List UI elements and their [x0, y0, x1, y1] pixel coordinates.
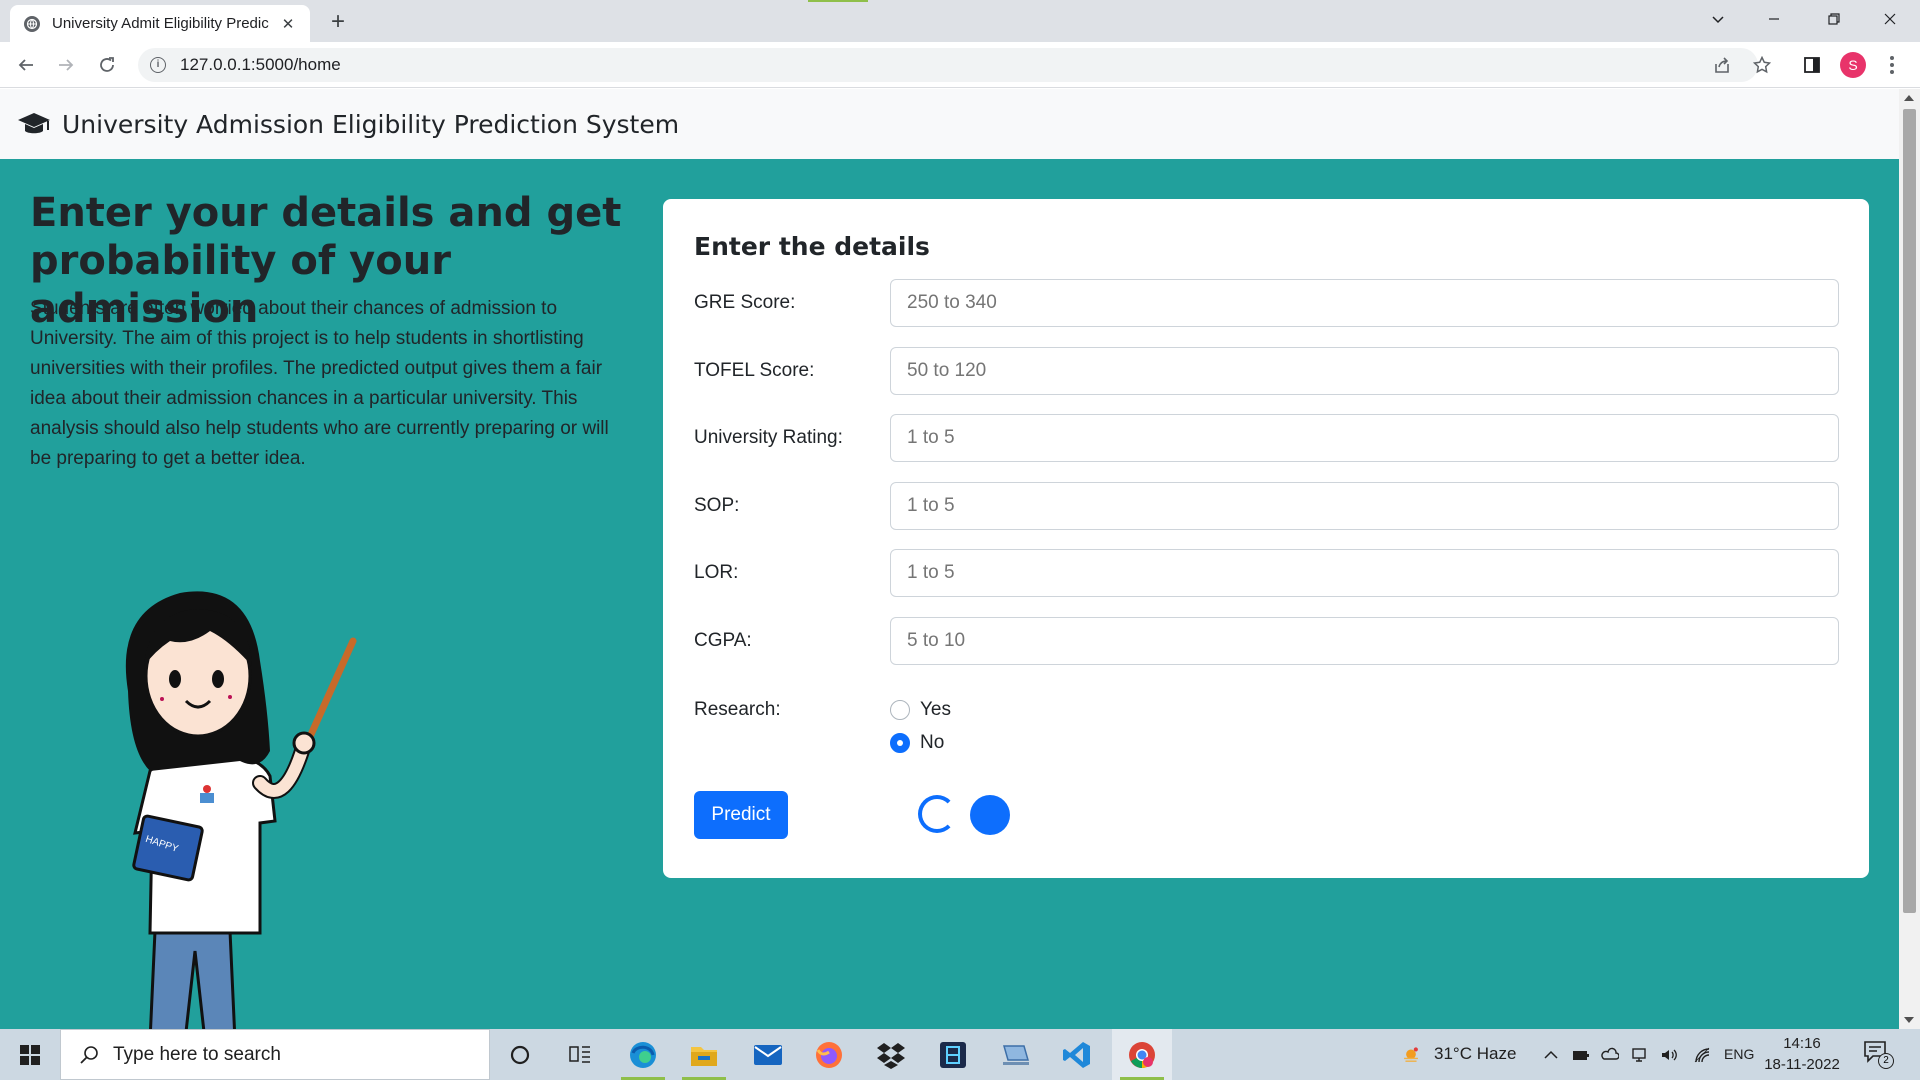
onedrive-icon[interactable]: [1599, 1029, 1621, 1080]
page-viewport: University Admission Eligibility Predict…: [0, 89, 1899, 1029]
wifi-icon[interactable]: [1690, 1029, 1714, 1080]
new-tab-button[interactable]: +: [322, 8, 354, 36]
battery-icon[interactable]: [1570, 1029, 1592, 1080]
chrome-icon[interactable]: [1112, 1029, 1172, 1080]
clock-time: 14:16: [1783, 1035, 1821, 1052]
dropbox-icon[interactable]: [863, 1029, 919, 1080]
back-arrow-icon[interactable]: [10, 49, 42, 81]
rating-row: University Rating:: [694, 414, 1839, 462]
form-title: Enter the details: [694, 232, 930, 261]
research-yes-option[interactable]: Yes: [890, 699, 951, 721]
bookmark-star-icon[interactable]: [1746, 49, 1778, 81]
task-view-icon[interactable]: [552, 1029, 608, 1080]
site-navbar: University Admission Eligibility Predict…: [0, 89, 1899, 159]
notification-badge: 2: [1878, 1053, 1894, 1069]
mail-icon[interactable]: [740, 1029, 796, 1080]
research-label: Research:: [694, 699, 781, 720]
edge-browser-icon[interactable]: [615, 1029, 671, 1080]
globe-icon: [24, 15, 40, 32]
gre-label: GRE Score:: [694, 292, 796, 313]
cgpa-input[interactable]: [890, 617, 1839, 665]
rating-label: University Rating:: [694, 427, 843, 448]
tab-search-icon[interactable]: [1690, 0, 1746, 38]
browser-tabstrip: University Admit Eligibility Predic ✕ +: [0, 0, 1920, 42]
display-icon[interactable]: [1628, 1029, 1650, 1080]
gre-score-input[interactable]: [890, 279, 1839, 327]
system-clock[interactable]: 14:16 18-11-2022: [1760, 1033, 1844, 1075]
side-panel-icon[interactable]: [1796, 49, 1828, 81]
cgpa-row: CGPA:: [694, 617, 1839, 665]
forward-arrow-icon[interactable]: [50, 49, 82, 81]
lor-row: LOR:: [694, 549, 1839, 597]
student-illustration: HAPPY: [125, 591, 357, 1029]
scrollbar-thumb[interactable]: [1903, 109, 1916, 913]
clock-date: 18-11-2022: [1764, 1056, 1840, 1073]
weather-text[interactable]: 31°C Haze: [1434, 1044, 1516, 1064]
details-card: Enter the details GRE Score: TOFEL Score…: [663, 199, 1869, 878]
reload-icon[interactable]: [91, 49, 123, 81]
weather-sun-icon[interactable]: [1395, 1029, 1427, 1080]
tofel-row: TOFEL Score:: [694, 347, 1839, 395]
tabstrip-accent: [808, 0, 868, 2]
address-bar[interactable]: i 127.0.0.1:5000/home: [138, 48, 1758, 82]
tab-title: University Admit Eligibility Predic: [52, 15, 269, 32]
tofel-score-input[interactable]: [890, 347, 1839, 395]
scroll-up-icon[interactable]: [1904, 95, 1914, 101]
search-icon: [80, 1045, 98, 1064]
language-indicator[interactable]: ENG: [1724, 1046, 1754, 1062]
close-window-icon[interactable]: [1862, 0, 1918, 38]
restore-icon[interactable]: [1806, 0, 1862, 38]
site-brand[interactable]: University Admission Eligibility Predict…: [62, 110, 679, 139]
remote-desktop-icon[interactable]: [988, 1029, 1044, 1080]
anaconda-app-icon[interactable]: [925, 1029, 981, 1080]
sop-row: SOP:: [694, 482, 1839, 530]
gre-row: GRE Score:: [694, 279, 1839, 327]
graduation-cap-icon: [16, 109, 52, 139]
sop-label: SOP:: [694, 495, 740, 516]
browser-toolbar: i 127.0.0.1:5000/home: [0, 42, 1920, 88]
vscode-icon[interactable]: [1049, 1029, 1105, 1080]
hero-description: Students are often worried about their c…: [30, 298, 609, 469]
taskbar-search[interactable]: [60, 1029, 490, 1080]
volume-icon[interactable]: [1657, 1029, 1681, 1080]
windows-taskbar: 31°C Haze ENG 14:16 18-11-2022 2: [0, 1029, 1920, 1080]
sop-input[interactable]: [890, 482, 1839, 530]
firefox-icon[interactable]: [801, 1029, 857, 1080]
show-hidden-icons[interactable]: [1540, 1029, 1562, 1080]
lor-input[interactable]: [890, 549, 1839, 597]
university-rating-input[interactable]: [890, 414, 1839, 462]
page-scrollbar[interactable]: [1899, 89, 1920, 1029]
windows-start-icon[interactable]: [0, 1029, 60, 1080]
minimize-icon[interactable]: [1746, 0, 1802, 38]
notification-center-icon[interactable]: 2: [1862, 1039, 1894, 1069]
share-icon[interactable]: [1706, 49, 1738, 81]
loading-spinner-icon: [918, 795, 956, 833]
cgpa-label: CGPA:: [694, 630, 752, 651]
url-text: 127.0.0.1:5000/home: [180, 55, 341, 74]
research-yes-label[interactable]: Yes: [920, 699, 951, 721]
research-yes-radio[interactable]: [890, 700, 910, 720]
research-no-radio[interactable]: [890, 733, 910, 753]
loading-dot-icon: [970, 795, 1010, 835]
predict-button[interactable]: Predict: [694, 791, 788, 839]
research-no-option[interactable]: No: [890, 732, 944, 754]
tofel-label: TOFEL Score:: [694, 360, 815, 381]
lor-label: LOR:: [694, 562, 739, 583]
site-info-icon[interactable]: i: [150, 57, 166, 73]
file-explorer-icon[interactable]: [676, 1029, 732, 1080]
browser-menu-icon[interactable]: [1882, 50, 1902, 80]
profile-avatar[interactable]: S: [1840, 52, 1866, 78]
taskbar-search-input[interactable]: [113, 1043, 453, 1066]
browser-tab[interactable]: University Admit Eligibility Predic ✕: [10, 5, 310, 42]
close-tab-icon[interactable]: ✕: [278, 14, 298, 34]
scroll-down-icon[interactable]: [1904, 1017, 1914, 1023]
research-no-label[interactable]: No: [920, 732, 944, 754]
cortana-icon[interactable]: [492, 1029, 548, 1080]
